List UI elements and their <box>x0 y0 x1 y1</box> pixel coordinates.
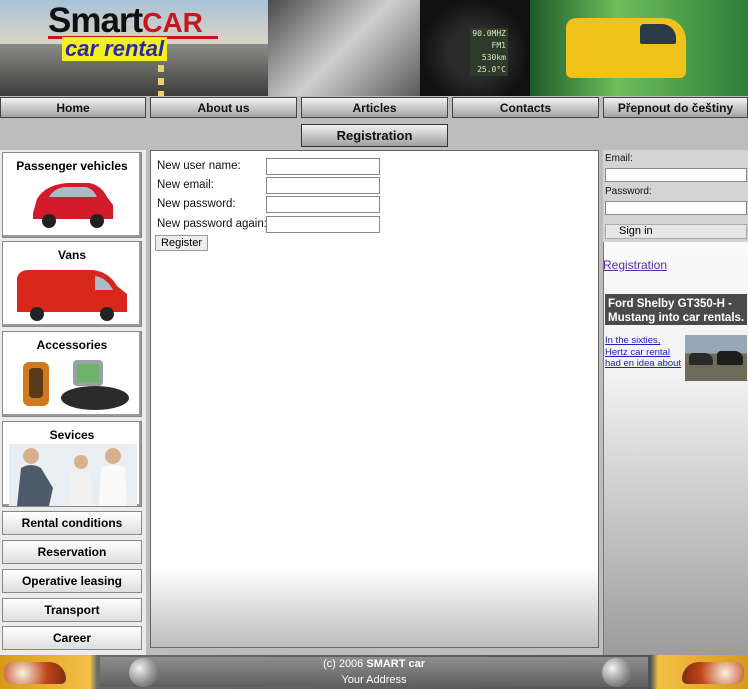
page-title: Registration <box>301 124 448 147</box>
dash-radio: 90.0MHZ <box>472 29 506 38</box>
sidebar-item-transport[interactable]: Transport <box>2 598 142 622</box>
nav-about[interactable]: About us <box>150 97 297 118</box>
news-car-2 <box>717 351 743 365</box>
sidebar-passenger-label: Passenger vehicles <box>16 159 128 173</box>
sidebar-vans-label: Vans <box>57 248 87 262</box>
news-image[interactable] <box>685 335 747 381</box>
news-title: Ford Shelby GT350-H - Mustang into car r… <box>605 294 747 325</box>
password-label: New password: <box>157 198 236 210</box>
news-link[interactable]: In the sixties, Hertz car rental had en … <box>605 335 683 370</box>
email-input[interactable] <box>266 177 380 194</box>
dash-range: 530km <box>481 53 506 62</box>
nav-articles[interactable]: Articles <box>301 97 448 118</box>
registration-link[interactable]: Registration <box>603 258 667 272</box>
sidebar-item-rental-conditions[interactable]: Rental conditions <box>2 511 142 535</box>
brand-car: CAR <box>142 7 203 38</box>
brand-subtitle: car rental <box>62 37 168 61</box>
accessories-icon <box>23 360 129 410</box>
banner-car-image <box>268 0 420 96</box>
sidebar-services-label: Sevices <box>49 428 95 442</box>
password-again-label: New password again: <box>157 218 267 230</box>
services-people-icon <box>9 444 137 506</box>
nav-contacts[interactable]: Contacts <box>452 97 599 118</box>
login-password-input[interactable] <box>605 201 747 215</box>
dash-temp: 25.0°C <box>477 65 506 74</box>
news-car-1 <box>689 353 713 365</box>
sidebar-item-career[interactable]: Career <box>2 626 142 650</box>
sidebar-passenger-vehicles[interactable]: Passenger vehicles <box>2 152 142 238</box>
nav-language[interactable]: Přepnout do češtiny <box>603 97 748 118</box>
footer-copyright-brand: SMART car <box>366 658 426 670</box>
sidebar-accessories[interactable]: Accessories <box>2 331 142 417</box>
banner-van-window <box>640 24 676 44</box>
sign-in-button[interactable]: Sign in <box>605 224 747 239</box>
sidebar-accessories-label: Accessories <box>36 338 108 352</box>
password-again-input[interactable] <box>266 216 380 233</box>
username-label: New user name: <box>157 160 241 172</box>
nav-home[interactable]: Home <box>0 97 146 118</box>
login-email-label: Email: <box>605 153 633 164</box>
sidebar-item-reservation[interactable]: Reservation <box>2 540 142 564</box>
login-password-label: Password: <box>605 186 652 197</box>
sidebar-services[interactable]: Sevices <box>2 421 142 507</box>
sidebar-vans[interactable]: Vans <box>2 241 142 327</box>
sidebar-item-operative-leasing[interactable]: Operative leasing <box>2 569 142 593</box>
email-label: New email: <box>157 179 214 191</box>
banner-dashboard-display: 90.0MHZ FM1 530km 25.0°C <box>470 28 508 76</box>
footer-copyright-prefix: (c) 2006 <box>322 658 367 670</box>
footer-copyright: (c) 2006 SMART car <box>0 658 748 670</box>
brand-main: Smart <box>48 1 143 40</box>
dash-band: FM1 <box>491 41 506 50</box>
red-van-icon <box>17 270 127 321</box>
register-button[interactable]: Register <box>155 235 208 251</box>
login-email-input[interactable] <box>605 168 747 182</box>
red-car-icon <box>33 183 113 228</box>
footer-address: Your Address <box>341 674 407 686</box>
username-input[interactable] <box>266 158 380 175</box>
password-input[interactable] <box>266 196 380 213</box>
